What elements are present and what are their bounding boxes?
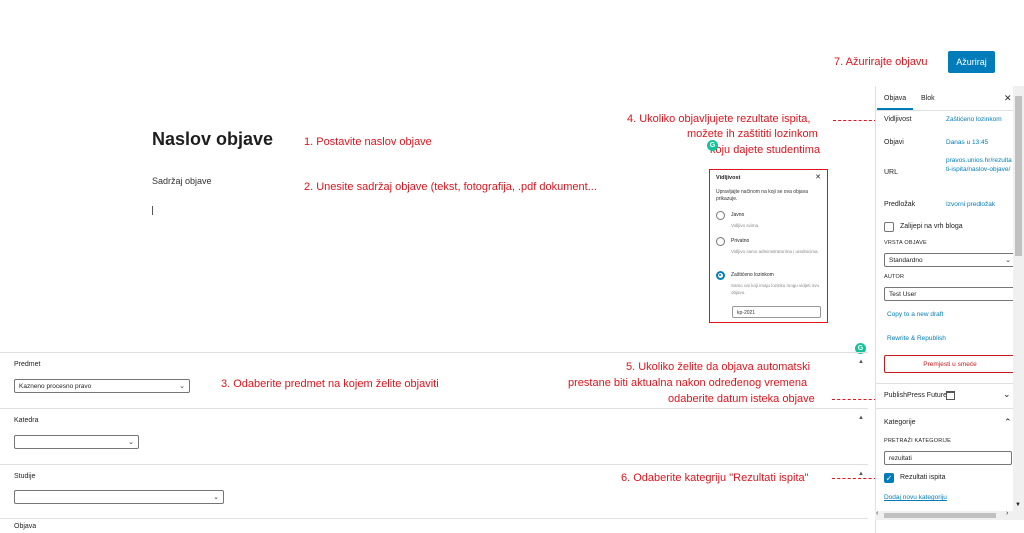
studije-label: Studije	[14, 473, 36, 480]
sidebar-divider	[876, 110, 1014, 111]
post-type-value: Standardno	[889, 256, 923, 264]
katedra-label: Katedra	[14, 417, 39, 424]
move-to-trash-button[interactable]: Premjesti u smeće	[884, 355, 1016, 373]
step5-leader-line	[832, 399, 877, 400]
collapse-icon[interactable]: ▲	[858, 471, 864, 477]
scroll-down-arrow-icon[interactable]: ▼	[1015, 502, 1021, 508]
visibility-value-link[interactable]: Zaštićeno lozinkom	[946, 116, 1002, 125]
option-private-desc: Vidljivo samo administratorima i urednic…	[731, 249, 819, 254]
tab-post[interactable]: Objava	[884, 95, 906, 102]
visibility-popover-title: Vidljivost	[716, 175, 741, 181]
publish-date-link[interactable]: Danas u 13:45	[946, 139, 988, 148]
visibility-popover: Vidljivost ✕ Upravljajte načinom na koji…	[709, 169, 828, 323]
update-button[interactable]: Ažuriraj	[948, 51, 995, 73]
meta-divider	[0, 518, 868, 519]
url-label: URL	[884, 169, 899, 176]
chevron-down-icon: ⌄	[179, 383, 185, 390]
chevron-down-icon: ⌄	[1005, 257, 1011, 264]
scroll-right-arrow-icon[interactable]: ›	[1006, 510, 1008, 517]
chevron-down-icon: ⌄	[213, 494, 219, 501]
option-password-desc: Samo oni koji imaju lozinku mogu vidjeti…	[731, 283, 820, 295]
radio-public[interactable]	[716, 211, 725, 220]
move-to-trash-label: Premjesti u smeće	[923, 360, 977, 368]
option-public-label: Javno	[731, 212, 745, 218]
step5-annotation-line3: odaberite datum isteka objave	[668, 393, 815, 405]
category-checkbox-rezultati[interactable]: ✓	[884, 473, 894, 483]
category-search-caption: PRETRAŽI KATEGORIJE	[884, 438, 951, 444]
chevron-down-icon[interactable]: ⌄	[1003, 389, 1011, 400]
radio-password[interactable]	[716, 271, 725, 280]
sticky-checkbox[interactable]	[884, 222, 894, 232]
rewrite-republish-link[interactable]: Rewrite & Republish	[887, 335, 946, 344]
chevron-down-icon: ⌄	[128, 439, 134, 446]
step6-annotation: 6. Odaberite kategriju "Rezultati ispita…	[621, 472, 809, 484]
author-value: Test User	[889, 290, 917, 298]
step7-annotation: 7. Ažurirajte objavu	[834, 56, 928, 68]
add-category-link[interactable]: Dodaj novu kategoriju	[884, 494, 947, 503]
step2-annotation: 2. Unesite sadržaj objave (tekst, fotogr…	[304, 181, 597, 193]
meta-divider	[0, 352, 868, 353]
copy-to-draft-link[interactable]: Copy to a new draft	[887, 311, 943, 320]
visibility-intro: Upravljajte načinom na koji se ova objav…	[716, 189, 808, 202]
close-icon[interactable]: ✕	[815, 173, 821, 181]
collapse-icon[interactable]: ▲	[858, 359, 864, 365]
collapse-icon[interactable]: ▲	[858, 415, 864, 421]
publish-label: Objavi	[884, 139, 904, 146]
sidebar-scrollbar-thumb[interactable]	[1015, 96, 1022, 256]
step4-annotation-line2: možete ih zaštititi lozinkom	[687, 128, 818, 140]
meta-divider	[0, 408, 868, 409]
author-caption: AUTOR	[884, 274, 905, 280]
post-type-caption: VRSTA OBJAVE	[884, 240, 927, 246]
post-content-placeholder[interactable]: Sadržaj objave	[152, 176, 212, 186]
option-private-label: Privatno	[731, 238, 750, 244]
step4-leader-line	[833, 120, 877, 121]
post-title[interactable]: Naslov objave	[152, 129, 273, 150]
katedra-select[interactable]: ⌄	[14, 435, 139, 449]
step5-annotation-line1: 5. Ukoliko želite da objava automatski	[626, 361, 811, 373]
studije-select[interactable]: ⌄	[14, 490, 224, 504]
category-search-input[interactable]: rezultati	[884, 451, 1012, 465]
objava-label: Objava	[14, 523, 37, 530]
text-cursor	[152, 206, 153, 215]
sidebar-hscrollbar-thumb[interactable]	[884, 513, 996, 518]
category-search-value: rezultati	[889, 454, 912, 462]
password-input[interactable]: kp-2021	[732, 306, 821, 318]
author-input[interactable]: Test User	[884, 287, 1016, 301]
category-item-label: Rezultati ispita	[900, 474, 946, 481]
post-type-select[interactable]: Standardno ⌄	[884, 253, 1016, 267]
sticky-label: Zalijepi na vrh bloga	[900, 223, 963, 230]
option-public-desc: Vidljivo svima.	[731, 223, 760, 228]
template-label: Predložak	[884, 201, 916, 208]
visibility-label: Vidljivost	[884, 116, 912, 123]
step1-annotation: 1. Postavite naslov objave	[304, 136, 432, 148]
publishpress-future-label[interactable]: PublishPress Future	[884, 392, 947, 399]
predmet-select[interactable]: Kazneno procesno pravo ⌄	[14, 379, 190, 393]
meta-divider	[0, 464, 868, 465]
categories-label[interactable]: Kategorije	[884, 419, 916, 426]
predmet-select-value: Kazneno procesno pravo	[19, 382, 92, 390]
calendar-icon	[946, 391, 955, 400]
tab-block[interactable]: Blok	[921, 95, 935, 102]
step3-annotation: 3. Odaberite predmet na kojem želite obj…	[221, 378, 439, 390]
sidebar-divider	[876, 408, 1014, 409]
scroll-left-arrow-icon[interactable]: ‹	[876, 510, 878, 517]
sidebar-panel-bg	[876, 383, 1013, 511]
template-link[interactable]: Izvorni predložak	[946, 201, 995, 210]
step5-annotation-line2: prestane biti aktualna nakon određenog v…	[568, 377, 808, 389]
url-link[interactable]: pravos.unios.hr/rezultati-ispita/naslov-…	[946, 157, 1012, 174]
grammarly-icon[interactable]: G	[707, 140, 718, 151]
step4-annotation-line1: 4. Ukoliko objavljujete rezultate ispita…	[627, 113, 811, 125]
sidebar-divider	[876, 383, 1014, 384]
radio-private[interactable]	[716, 237, 725, 246]
chevron-up-icon[interactable]: ⌃	[1004, 417, 1012, 428]
option-password-label: Zaštićeno lozinkom	[731, 272, 774, 278]
close-icon[interactable]: ✕	[1004, 93, 1012, 104]
step4-annotation-line3: koju dajete studentima	[710, 144, 821, 156]
predmet-label: Predmet	[14, 361, 41, 368]
